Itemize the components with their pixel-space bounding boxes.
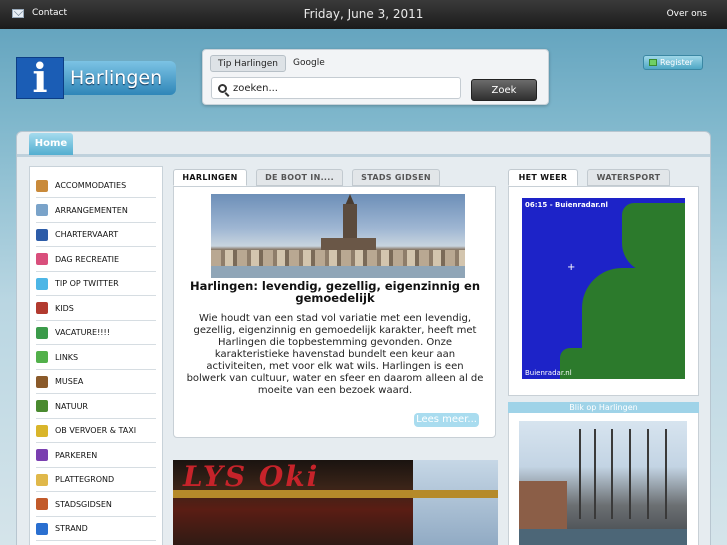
sidebar-item[interactable]: MUSEA — [36, 370, 156, 394]
sidebar-item[interactable]: DAG RECREATIE — [36, 248, 156, 272]
sidebar-item-label: PARKEREN — [55, 450, 98, 460]
sidebar-item[interactable]: OB VERVOER & TAXI — [36, 419, 156, 443]
eye-icon — [36, 204, 48, 216]
register-button[interactable]: Register — [643, 55, 703, 70]
sidebar-item-label: OB VERVOER & TAXI — [55, 426, 137, 435]
check-icon — [36, 351, 48, 363]
sidebar-item[interactable]: PLATTEGROND — [36, 468, 156, 492]
sidebar-item-label: KIDS — [55, 303, 74, 313]
sidebar-item[interactable]: STRAND — [36, 517, 156, 541]
sidebar-item-label: ACCOMMODATIES — [55, 181, 127, 190]
site-logo[interactable]: i Harlingen — [16, 57, 176, 100]
sidebar: ACCOMMODATIES ARRANGEMENTEN CHARTERVAART DA… — [29, 166, 163, 545]
sidebar-item[interactable]: PARKEREN — [36, 444, 156, 468]
sidebar-item[interactable]: TIP OP TWITTER — [36, 272, 156, 296]
sidebar-item[interactable]: LINKS — [36, 346, 156, 370]
sidebar-item-label: VACATURE!!!! — [55, 328, 110, 337]
tab-stads-gidsen[interactable]: STADS GIDSEN — [352, 169, 440, 186]
sidebar-item[interactable]: VACATURE!!!! — [36, 321, 156, 345]
sidebar-item-label: MUSEA — [55, 377, 84, 386]
search-input[interactable]: zoeken... — [211, 77, 461, 99]
house-icon — [36, 179, 48, 192]
register-label: Register — [660, 58, 693, 67]
tab-watersport[interactable]: WATERSPORT — [587, 169, 670, 186]
blik-title: Blik op Harlingen — [508, 402, 699, 413]
top-bar: Contact Friday, June 3, 2011 Over ons — [0, 0, 727, 29]
sidebar-item-label: STRAND — [55, 524, 88, 533]
search-button[interactable]: Zoek — [471, 79, 537, 101]
search-tab-google[interactable]: Google — [286, 55, 332, 72]
harbor-photo[interactable] — [519, 421, 687, 545]
ship-photo[interactable]: LYS Oki — [173, 460, 498, 545]
sidebar-item-label: NATUUR — [55, 401, 88, 411]
painting-icon — [36, 375, 48, 388]
sidebar-item[interactable]: NATUUR — [36, 395, 156, 419]
ship-name-graphic: LYS Oki — [183, 460, 320, 493]
harlingen-photo[interactable] — [211, 194, 465, 278]
sidebar-item[interactable]: ACCOMMODATIES — [36, 174, 156, 198]
read-more-button[interactable]: Lees meer... — [414, 413, 479, 427]
logo-text: Harlingen — [64, 61, 176, 95]
sidebar-item-label: DAG RECREATIE — [55, 254, 120, 264]
beach-icon — [36, 522, 48, 535]
sidebar-item-label: STADSGIDSEN — [55, 499, 112, 509]
sailboat-icon — [36, 228, 48, 241]
sidebar-item-label: TIP OP TWITTER — [55, 279, 119, 288]
twitter-icon — [36, 277, 48, 290]
article-title: Harlingen: levendig, gezellig, eigenzinn… — [189, 279, 481, 305]
mail-icon — [12, 8, 24, 18]
arrow-icon — [649, 59, 657, 66]
kids-icon — [36, 302, 48, 314]
search-placeholder: zoeken... — [233, 82, 278, 94]
tab-de-boot-in[interactable]: DE BOOT IN.... — [256, 169, 343, 186]
bus-icon — [36, 424, 48, 437]
contact-link[interactable]: Contact — [12, 8, 67, 18]
parking-icon — [36, 449, 48, 461]
magnifier-icon — [218, 83, 227, 93]
sidebar-item[interactable]: ARRANGEMENTEN — [36, 199, 156, 223]
info-icon: i — [16, 57, 64, 100]
tab-harlingen[interactable]: HARLINGEN — [173, 169, 247, 186]
rain-radar-map[interactable]: 06:15 - Buienradar.nl Buienradar.nl + — [522, 198, 685, 379]
tab-het-weer[interactable]: HET WEER — [508, 169, 578, 186]
search-box: Tip Harlingen Google zoeken... Zoek — [202, 49, 549, 105]
current-date: Friday, June 3, 2011 — [303, 7, 424, 21]
tab-home[interactable]: Home — [29, 133, 73, 155]
landscape-icon — [36, 400, 48, 412]
search-tab-tip-harlingen[interactable]: Tip Harlingen — [210, 55, 286, 72]
ball-icon — [36, 326, 48, 339]
about-link[interactable]: Over ons — [667, 9, 707, 19]
sidebar-item[interactable]: CHARTERVAART — [36, 223, 156, 247]
sidebar-item-label: PLATTEGROND — [55, 475, 115, 484]
sidebar-item[interactable]: KIDS — [36, 297, 156, 321]
crosshair-icon: + — [567, 262, 576, 273]
sidebar-item-label: LINKS — [55, 352, 79, 362]
article-body: Wie houdt van een stad vol variatie met … — [186, 313, 484, 396]
map-icon — [36, 473, 48, 486]
contact-label: Contact — [32, 8, 68, 18]
nav-bar — [17, 154, 710, 157]
guide-icon — [36, 498, 48, 510]
radar-brand: Buienradar.nl — [525, 369, 572, 377]
sidebar-item-label: CHARTERVAART — [55, 230, 119, 239]
radar-timestamp: 06:15 - Buienradar.nl — [525, 201, 608, 209]
sidebar-item-label: ARRANGEMENTEN — [55, 205, 128, 215]
beachball-icon — [36, 253, 48, 265]
sidebar-item[interactable]: STADSGIDSEN — [36, 493, 156, 517]
